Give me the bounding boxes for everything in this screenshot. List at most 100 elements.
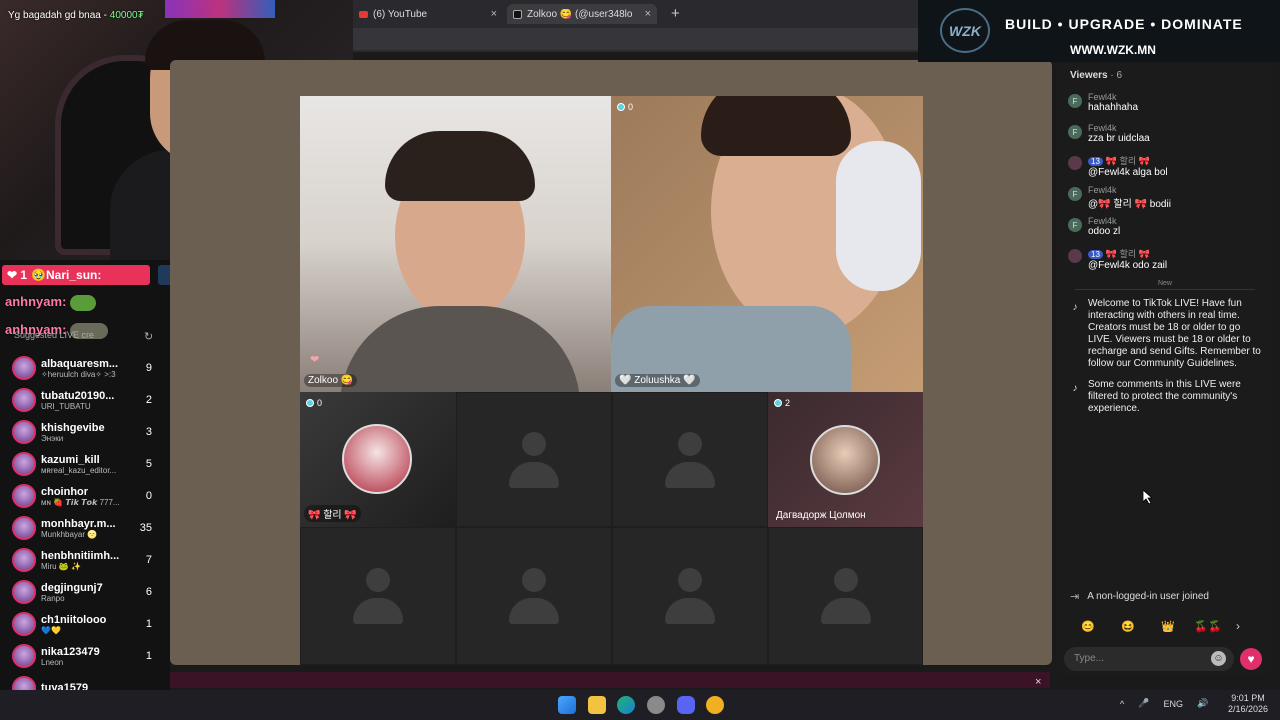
tab-youtube[interactable]: (6) YouTube ×: [353, 4, 503, 24]
chat-message: F Fewl4k @🎀 할리 🎀 bodii: [1068, 185, 1263, 210]
suggested-creator-item[interactable]: degjingunj7 Ranpo 6: [0, 576, 170, 608]
tab-tiktok[interactable]: Zolkoo 😋 (@user348lo06dm ×: [507, 4, 657, 24]
viewers-header[interactable]: Viewers · 6: [1070, 70, 1122, 81]
start-icon[interactable]: [558, 696, 576, 714]
suggested-creator-item[interactable]: monhbayr.m... Munkhbayar 🌝 35: [0, 512, 170, 544]
chat-username[interactable]: Fewl4k: [1088, 123, 1150, 133]
close-icon[interactable]: ×: [1035, 676, 1041, 688]
suggested-creator-item[interactable]: ch1niitolooo 💙💛 1: [0, 608, 170, 640]
quick-emoji-button[interactable]: 👑: [1148, 617, 1188, 635]
chat-user: 🎀 할리 🎀: [1105, 156, 1150, 166]
like-heart-button[interactable]: ♥: [1240, 648, 1262, 670]
empty-seat-tile[interactable]: [768, 527, 923, 665]
quick-emoji-button[interactable]: 😊: [1068, 617, 1108, 635]
empty-seat-icon: [353, 568, 403, 624]
new-tab-button[interactable]: +: [671, 3, 680, 23]
filter-message: Some comments in this LIVE were filtered…: [1088, 379, 1241, 414]
chat-user: Fewl4k: [1088, 185, 1117, 195]
viewer-count: 7: [145, 554, 152, 566]
chevron-right-icon[interactable]: ›: [1236, 619, 1240, 633]
file-explorer-icon[interactable]: [588, 696, 606, 714]
avatar[interactable]: [1068, 249, 1082, 263]
creator-name: khishgevibe: [41, 421, 105, 434]
clock[interactable]: 9:01 PM 2/16/2026: [1228, 693, 1268, 715]
avatar[interactable]: F: [1068, 94, 1082, 108]
viewer-count: 3: [145, 426, 152, 438]
chat-user: Fewl4k: [1088, 92, 1117, 102]
empty-seat-icon: [665, 568, 715, 624]
quick-emoji-button[interactable]: 🍒🍒: [1188, 617, 1228, 635]
guest3-avatar: [810, 425, 880, 495]
chat-username[interactable]: Fewl4k: [1088, 216, 1120, 226]
empty-seat-tile[interactable]: [456, 392, 612, 527]
chat-username[interactable]: Fewl4k: [1088, 92, 1138, 102]
donation-prefix: ❤ 1: [7, 268, 28, 282]
creator-name: albaquaresm...: [41, 357, 119, 370]
suggested-creator-item[interactable]: kazumi_kill ᴍʀreal_kazu_editor... 5: [0, 448, 170, 480]
avatar[interactable]: F: [1068, 125, 1082, 139]
viewer-count: 1: [145, 650, 152, 662]
suggested-creator-item[interactable]: choinhor ᴍɴ 🍓 𝙏𝙞𝙠 𝙏𝙤𝙠 777... 0: [0, 480, 170, 512]
close-tab-icon[interactable]: ×: [491, 8, 497, 20]
guest-tile-2[interactable]: 0 🎀 할리 🎀: [300, 392, 456, 527]
donation-alert: ❤ 1 🥹Nari_sun:: [2, 265, 150, 285]
refresh-icon[interactable]: ↻: [144, 330, 153, 343]
creator-text: albaquaresm... ✧heruulch diva✧ >:3: [41, 358, 141, 379]
empty-seat-tile[interactable]: [612, 527, 768, 665]
guest-tile-3[interactable]: 2 Дагвадорж Цолмон: [768, 392, 923, 527]
guest3-name-label: Дагвадорж Цолмон: [776, 510, 866, 521]
avatar[interactable]: F: [1068, 187, 1082, 201]
chat-username[interactable]: 13 🎀 할리 🎀: [1088, 247, 1167, 260]
language-indicator[interactable]: ENG: [1163, 699, 1183, 709]
chat-message: 13 🎀 할리 🎀 @Fewl4k alga bol: [1068, 154, 1263, 178]
discord-icon[interactable]: [677, 696, 695, 714]
app-icon[interactable]: [706, 696, 724, 714]
close-tab-icon[interactable]: ×: [645, 8, 651, 20]
edge-icon[interactable]: [617, 696, 635, 714]
join-notification: ⇥ A non-logged-in user joined: [1070, 590, 1209, 603]
banner-url: WWW.WZK.MN: [1070, 43, 1156, 57]
suggested-creator-item[interactable]: albaquaresm... ✧heruulch diva✧ >:3 9: [0, 352, 170, 384]
donation-message: Yg bagadah gd bnaa -: [8, 10, 107, 21]
creator-nickname: ✧heruulch diva✧ >:3: [41, 369, 116, 379]
mouse-cursor: [1143, 490, 1153, 504]
host-hair: [385, 131, 535, 201]
empty-seat-tile[interactable]: [300, 527, 456, 665]
avatar[interactable]: F: [1068, 218, 1082, 232]
quick-emoji-button[interactable]: 😆: [1108, 617, 1148, 635]
suggested-creator-item[interactable]: khishgevibe Энэки 3: [0, 416, 170, 448]
avatar: [12, 388, 36, 412]
avatar: [12, 420, 36, 444]
tray-overflow-icon[interactable]: ^: [1120, 699, 1124, 709]
suggested-creator-item[interactable]: henbhnitiimh... Miru 🐸 ✨ 7: [0, 544, 170, 576]
suggested-creator-item[interactable]: tubatu20190... URI_TUBATU 2: [0, 384, 170, 416]
empty-seat-tile[interactable]: [456, 527, 612, 665]
avatar[interactable]: [1068, 156, 1082, 170]
chat-message-body: Fewl4k hahahhaha: [1088, 92, 1138, 113]
tiktok-icon: [513, 9, 522, 19]
viewer-count: 0: [145, 490, 152, 502]
chat-username[interactable]: 13 🎀 할리 🎀: [1088, 154, 1168, 167]
system-message: ♪ Welcome to TikTok LIVE! Have fun inter…: [1068, 298, 1263, 370]
quick-emoji-row: 😊 😆 👑 🍒🍒 ›: [1068, 616, 1268, 636]
host-video-tile[interactable]: ❤ Zolkoo 😋: [300, 96, 611, 392]
suggested-creator-item[interactable]: nika123479 Lneon 1: [0, 640, 170, 672]
pepe-emote: [70, 294, 97, 311]
empty-seat-icon: [820, 568, 871, 624]
emoji-picker-icon[interactable]: ☺: [1211, 651, 1226, 666]
empty-seat-tile[interactable]: [612, 392, 768, 527]
address-bar[interactable]: [353, 28, 918, 50]
microphone-icon[interactable]: 🎤: [1138, 698, 1149, 709]
creator-name: henbhnitiimh...: [41, 549, 120, 562]
guest-video-tile-1[interactable]: 0 🤍 Zoluushka 🤍: [611, 96, 923, 392]
volume-icon[interactable]: 🔊: [1197, 698, 1208, 709]
creator-text: nika123479 Lneon: [41, 646, 141, 667]
chat-input[interactable]: Type...: [1064, 647, 1234, 671]
settings-icon[interactable]: [647, 696, 665, 714]
enter-icon: ⇥: [1070, 591, 1080, 603]
chat-username[interactable]: Fewl4k: [1088, 185, 1171, 195]
creator-nickname: ᴍɴ 🍓 𝙏𝙞𝙠 𝙏𝙤𝙠 777...: [41, 497, 120, 507]
donation-overlay-text: Yg bagadah gd bnaa - 40000₮: [8, 10, 144, 21]
chat-message: F Fewl4k zza br uidclaa: [1068, 123, 1263, 144]
chat-message: F Fewl4k hahahhaha: [1068, 92, 1263, 113]
